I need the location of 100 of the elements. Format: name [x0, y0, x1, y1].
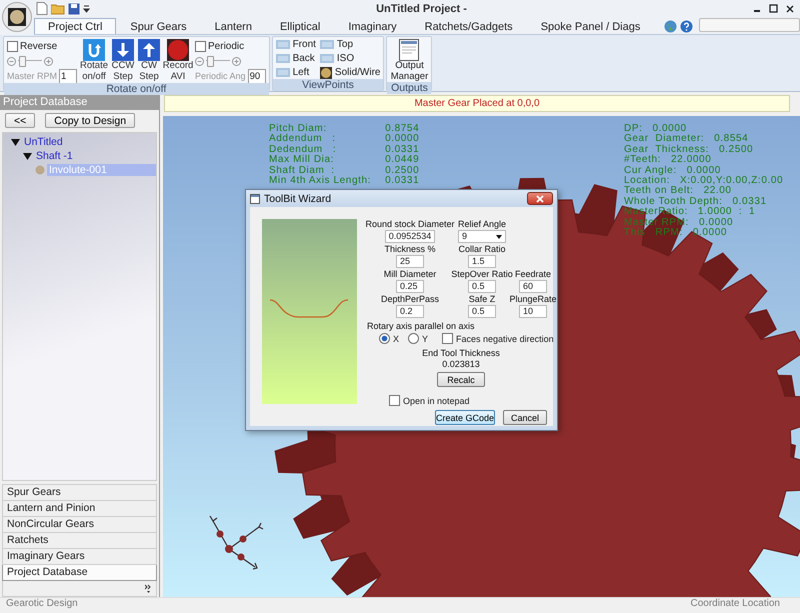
gear-icon: [320, 66, 332, 78]
view-button[interactable]: Top: [320, 38, 380, 51]
panel-button[interactable]: <<: [5, 113, 36, 128]
checkbox-label: Faces negative direction: [456, 334, 554, 344]
toolbar-button[interactable]: Record AVI: [163, 39, 194, 83]
minus-icon[interactable]: [7, 56, 16, 66]
toolbar-button[interactable]: CCW Step: [111, 39, 136, 83]
input-field[interactable]: 90: [248, 68, 266, 84]
chevron-icon[interactable]: [145, 584, 152, 594]
group-label: Rotate on/off: [4, 83, 269, 95]
dialog-title: ToolBit Wizard: [264, 192, 332, 204]
field-label: Round stock Diameter: [365, 219, 455, 229]
tab[interactable]: Spoke Panel / Diags: [526, 18, 654, 34]
view-button[interactable]: ISO: [320, 52, 380, 65]
plus-icon[interactable]: [44, 56, 53, 66]
window-icon: [399, 39, 420, 61]
stat-label: #Teeth:: [624, 155, 662, 166]
field-label: Thickness %: [384, 244, 436, 254]
recalc-button[interactable]: Recalc: [437, 372, 485, 387]
view-button[interactable]: Solid/Wire: [320, 66, 380, 79]
globe-icon[interactable]: [664, 20, 678, 33]
view-button[interactable]: Left: [276, 66, 316, 79]
stat-label: Addendum :: [269, 134, 337, 144]
nav-item[interactable]: Lantern and Pinion: [2, 501, 157, 517]
save-icon[interactable]: [68, 2, 80, 15]
new-document-icon[interactable]: [36, 2, 48, 16]
slider-track[interactable]: [206, 55, 230, 67]
tab[interactable]: Lantern: [200, 18, 266, 34]
app-logo-icon: [8, 8, 26, 26]
tree-item[interactable]: UnTitled: [22, 136, 65, 148]
dialog-button[interactable]: Cancel: [503, 410, 547, 425]
minus-icon[interactable]: [195, 56, 204, 66]
folder-icon[interactable]: [51, 2, 65, 15]
close-icon[interactable]: [786, 4, 794, 13]
nav-item[interactable]: Imaginary Gears: [2, 549, 157, 565]
input-field[interactable]: 25: [396, 255, 424, 268]
checkbox[interactable]: [7, 40, 18, 52]
view-icon: [320, 54, 334, 63]
group-label: Outputs: [387, 82, 432, 94]
input-field[interactable]: 1.5: [468, 255, 496, 268]
view-icon: [276, 54, 290, 63]
plus-icon[interactable]: [232, 56, 242, 66]
stat-label: Cur Angle:: [624, 166, 677, 176]
nav-item[interactable]: NonCircular Gears: [2, 517, 157, 533]
panel-button[interactable]: Copy to Design: [45, 113, 136, 128]
radio-button[interactable]: [379, 333, 390, 344]
help-icon[interactable]: [680, 20, 694, 33]
dialog-button[interactable]: Create GCode: [435, 410, 495, 425]
app-menu-button[interactable]: [2, 2, 32, 32]
triangle-icon[interactable]: [11, 138, 20, 146]
view-button[interactable]: Back: [276, 52, 316, 65]
tab[interactable]: Spur Gears: [116, 18, 201, 34]
field-label: Collar Ratio: [458, 244, 506, 254]
stat-value: 0.0000: [698, 218, 734, 228]
tab[interactable]: Elliptical: [266, 18, 334, 34]
view-button[interactable]: Front: [276, 38, 316, 51]
group-label: ViewPoints: [272, 79, 384, 91]
close-button[interactable]: [527, 192, 553, 205]
input-field[interactable]: 0.5: [468, 280, 496, 293]
input-field[interactable]: 1: [59, 68, 78, 84]
field-label: Feedrate: [514, 269, 552, 279]
dropdown-field[interactable]: 9: [458, 230, 506, 243]
input-field[interactable]: 0.5: [468, 305, 496, 318]
stat-label: DP:: [624, 124, 642, 134]
checkbox-label: Open in notepad: [403, 396, 470, 406]
input-field[interactable]: 0.2: [396, 305, 424, 318]
stat-value: 0.0000: [686, 166, 721, 176]
checkbox[interactable]: [442, 333, 454, 344]
field-label: PlungeRate: [509, 294, 557, 304]
slider-thumb[interactable]: [206, 56, 214, 67]
field-label: Periodic Ang: [195, 71, 246, 81]
nav-item[interactable]: Project Database: [2, 565, 157, 581]
checkbox[interactable]: [389, 395, 400, 406]
checkbox-label: Periodic: [208, 40, 244, 52]
stat-value: 0.0331: [732, 196, 767, 207]
slider-track[interactable]: [18, 55, 42, 67]
stat-value: 22.00: [704, 186, 732, 196]
toolbar-button[interactable]: CW Step: [137, 39, 162, 83]
tree-item[interactable]: Shaft -1: [34, 150, 75, 162]
radio-button[interactable]: [408, 333, 420, 344]
stat-label: Shaft Diam :: [269, 166, 335, 176]
dropdown-caret-icon[interactable]: [83, 4, 90, 14]
input-field[interactable]: 10: [519, 305, 547, 318]
tab[interactable]: Ratchets/Gadgets: [410, 18, 527, 34]
input-field[interactable]: 60: [519, 280, 547, 293]
stat-label: Teeth on Belt:: [624, 186, 694, 196]
input-field[interactable]: 0.25: [396, 280, 424, 293]
tab[interactable]: Imaginary: [334, 18, 411, 34]
slider-thumb[interactable]: [18, 56, 26, 67]
checkbox[interactable]: [195, 40, 206, 52]
nav-item[interactable]: Spur Gears: [2, 484, 157, 501]
toolbar-button[interactable]: Rotate on/off: [79, 39, 110, 83]
panel-title: Project Database: [0, 95, 159, 110]
maximize-icon[interactable]: [769, 4, 778, 14]
tab[interactable]: Project Ctrl: [34, 18, 116, 34]
input-field[interactable]: 0.0952534: [384, 230, 436, 243]
triangle-icon[interactable]: [23, 152, 32, 160]
nav-item[interactable]: Ratchets: [2, 533, 157, 549]
stat-value: 22.0000: [671, 155, 712, 166]
stat-value: 0.8754: [385, 124, 420, 134]
